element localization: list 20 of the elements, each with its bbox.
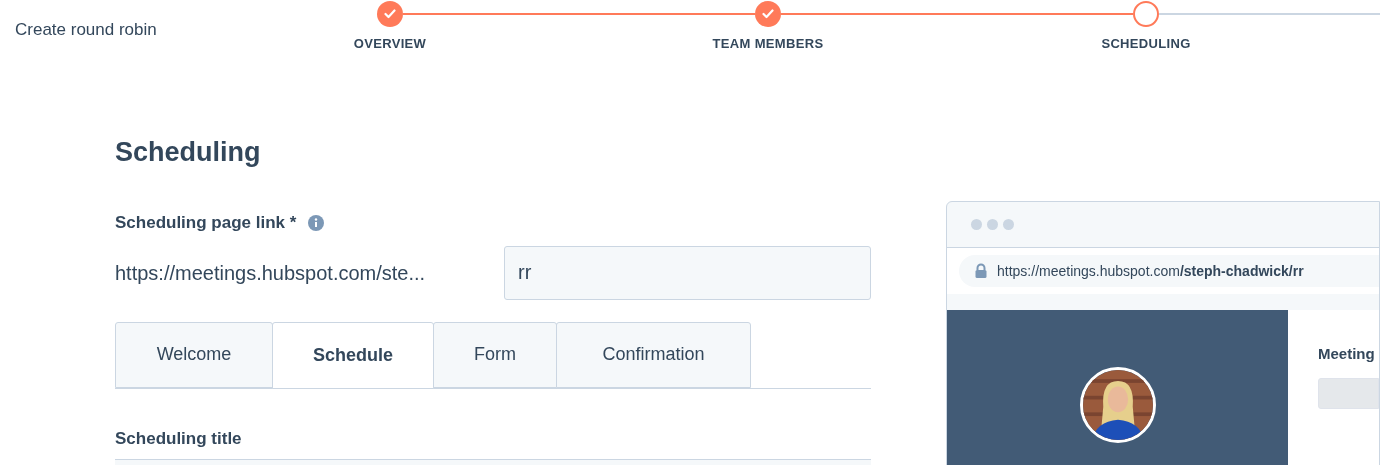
field-label: Scheduling page link * xyxy=(115,212,297,234)
tab[interactable]: Welcome xyxy=(115,321,273,388)
slug-input[interactable]: rr xyxy=(504,245,871,300)
lock-icon xyxy=(973,263,989,279)
tab[interactable]: Confirmation xyxy=(556,321,751,388)
step-label: SCHEDULING xyxy=(1101,35,1191,53)
page-title: Create round robin xyxy=(15,20,157,39)
address-text: https://meetings.hubspot.com/steph-chadwick/rr xyxy=(997,261,1304,281)
preview-field xyxy=(1318,378,1379,409)
preview-label: Meeting xyxy=(1318,345,1375,362)
tab[interactable]: Form xyxy=(433,321,557,388)
check-icon xyxy=(384,9,396,19)
info-icon[interactable] xyxy=(308,214,325,231)
check-icon xyxy=(762,9,774,19)
field-label: Scheduling title xyxy=(115,428,242,448)
step-label: OVERVIEW xyxy=(353,35,427,53)
link-prefix: https://meetings.hubspot.com/ste... xyxy=(115,260,427,286)
step-label: TEAM MEMBERS xyxy=(712,35,824,53)
section-title: Scheduling xyxy=(115,136,262,168)
tab[interactable]: Schedule xyxy=(272,321,434,389)
